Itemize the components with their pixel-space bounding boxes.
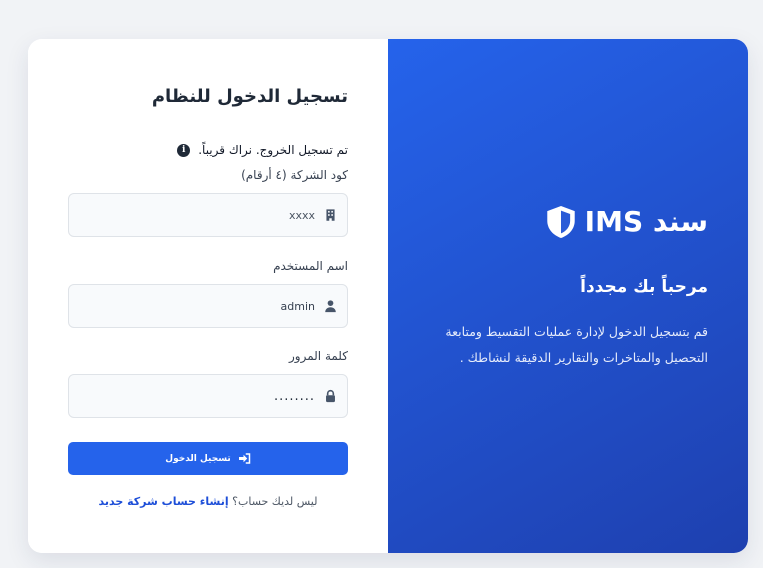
login-button-label: تسجيل الدخول [165,453,231,464]
alert-text: تم تسجيل الخروج. نراك قريباً. [198,143,348,157]
user-icon [325,300,336,313]
brand-name: سند IMS [584,205,708,238]
password-label: كلمة المرور [288,349,348,363]
signup-row: ليس لديك حساب؟ إنشاء حساب شركة جديد [28,495,388,508]
company-code-input[interactable] [95,194,315,236]
building-icon [326,209,335,221]
login-card: تسجيل الدخول للنظام i تم تسجيل الخروج. ن… [28,39,748,553]
company-code-field[interactable] [68,193,348,237]
login-button[interactable]: تسجيل الدخول [68,442,348,475]
username-field[interactable] [68,284,348,328]
info-icon: i [177,143,191,157]
logout-alert: i تم تسجيل الخروج. نراك قريباً. [177,143,348,157]
sign-in-icon [238,453,250,464]
brand-logo: سند IMS [546,205,708,238]
create-company-account-link[interactable]: إنشاء حساب شركة جديد [99,495,229,508]
username-label: اسم المستخدم [273,259,348,273]
form-title: تسجيل الدخول للنظام [151,86,348,107]
company-code-label: كود الشركة (٤ أرقام) [241,168,348,182]
password-field[interactable] [68,374,348,418]
brand-panel: سند IMS مرحباً بك مجدداً قم بتسجيل الدخو… [388,39,748,553]
lock-icon [326,389,335,403]
login-form-panel: تسجيل الدخول للنظام i تم تسجيل الخروج. ن… [28,39,388,553]
shield-icon [546,205,575,238]
brand-description: قم بتسجيل الدخول لإدارة عمليات التقسيط و… [445,324,708,365]
signup-prompt: ليس لديك حساب؟ [232,495,318,508]
password-input[interactable] [95,375,315,417]
welcome-heading: مرحباً بك مجدداً [580,277,708,297]
username-input[interactable] [95,285,315,327]
